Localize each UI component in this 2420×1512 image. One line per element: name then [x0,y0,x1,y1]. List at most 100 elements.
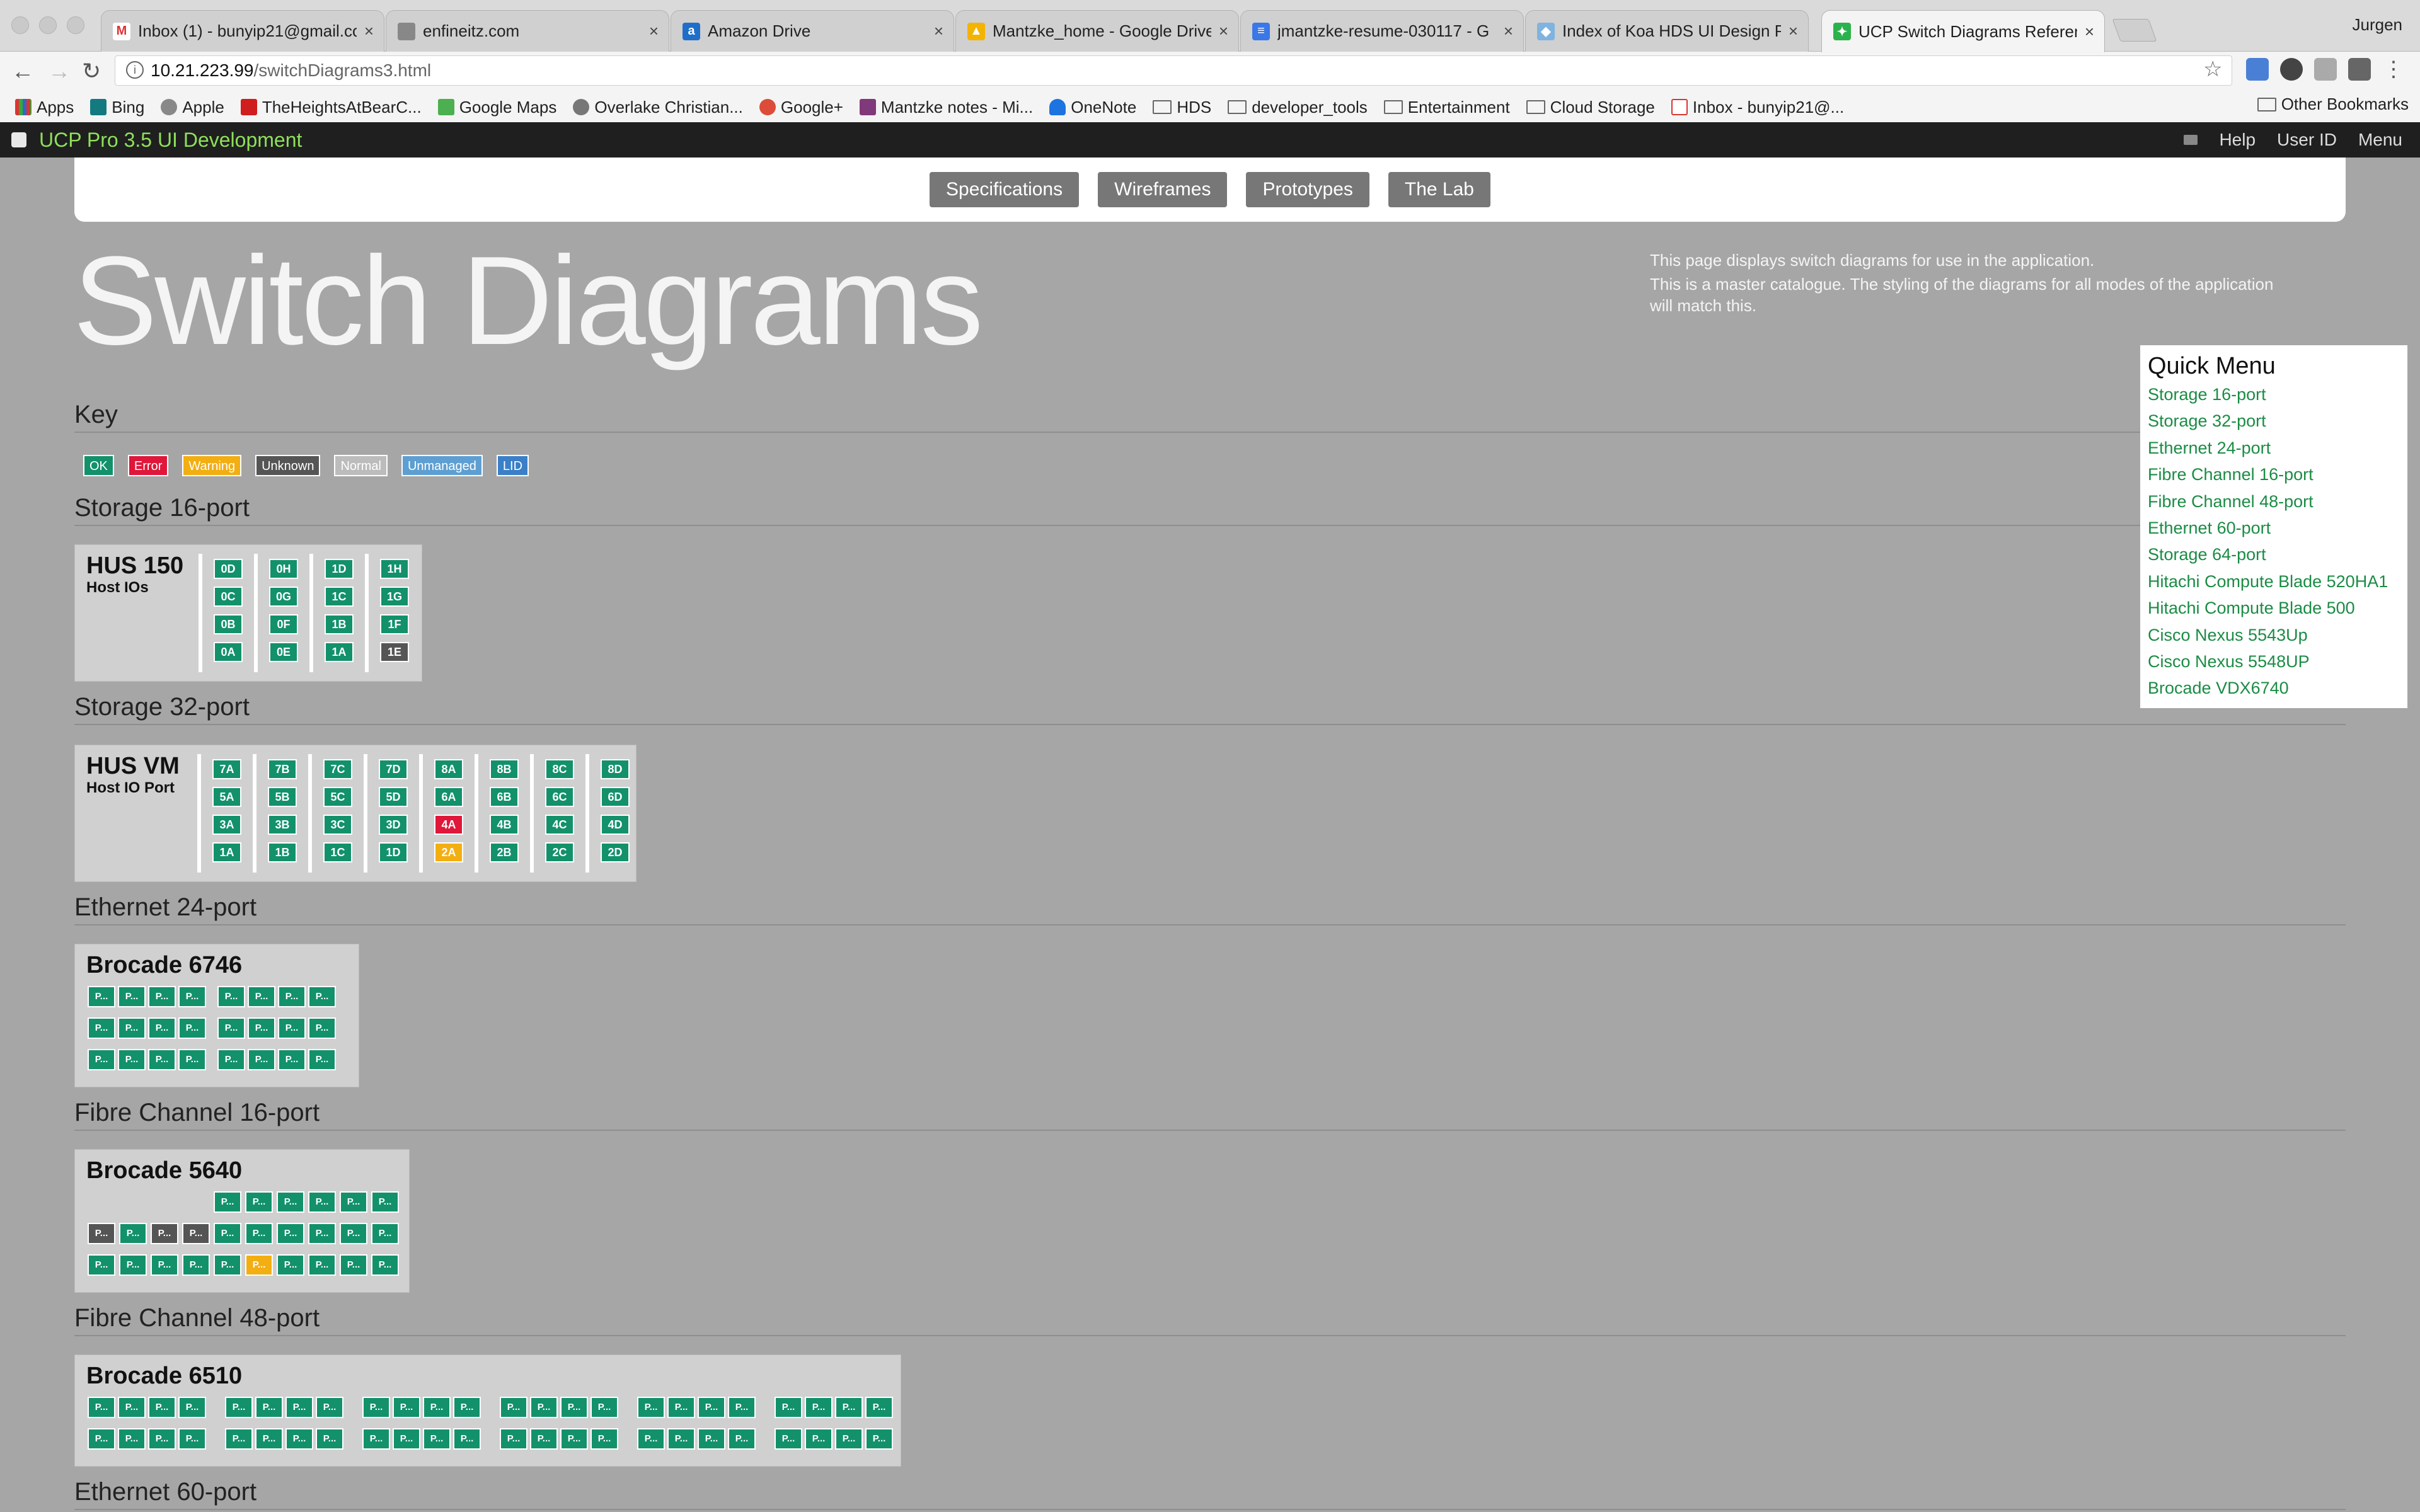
port-ok[interactable]: P... [340,1254,367,1276]
quick-menu-item[interactable]: Hitachi Compute Blade 520HA1 [2148,568,2407,595]
port-ok[interactable]: P... [285,1428,313,1450]
port-ok[interactable]: P... [308,986,336,1007]
port-ok[interactable]: 1C [323,842,352,862]
port-ok[interactable]: P... [148,1428,176,1450]
back-icon[interactable]: ← [11,58,34,84]
port-ok[interactable]: 7B [268,759,297,779]
port-ok[interactable]: 3D [379,815,408,835]
port-ok[interactable]: P... [530,1428,558,1450]
port-ok[interactable]: P... [835,1428,863,1450]
port-ok[interactable]: P... [118,1017,146,1039]
port-ok[interactable]: P... [178,1017,206,1039]
port-ok[interactable]: P... [278,1049,306,1070]
port-ok[interactable]: 3A [212,815,241,835]
port-ok[interactable]: P... [308,1223,336,1244]
port-ok[interactable]: P... [217,986,245,1007]
port-ok[interactable]: P... [371,1191,399,1213]
port-ok[interactable]: P... [591,1428,618,1450]
port-ok[interactable]: P... [245,1223,273,1244]
port-ok[interactable]: 5B [268,787,297,807]
port-ok[interactable]: 5A [212,787,241,807]
port-ok[interactable]: P... [119,1254,147,1276]
quick-menu-item[interactable]: Fibre Channel 48-port [2148,488,2407,515]
port-ok[interactable]: P... [805,1428,833,1450]
port-ok[interactable]: P... [453,1397,481,1418]
port-ok[interactable]: P... [178,1428,206,1450]
port-ok[interactable]: 2D [601,842,630,862]
port-ok[interactable]: 7D [379,759,408,779]
port-ok[interactable]: P... [560,1428,588,1450]
port-ok[interactable]: P... [362,1397,390,1418]
quick-menu-item[interactable]: Storage 32-port [2148,408,2407,434]
bookmark-folder[interactable]: developer_tools [1228,98,1368,117]
port-ok[interactable]: P... [591,1397,618,1418]
port-ok[interactable]: P... [248,1049,275,1070]
other-bookmarks[interactable]: Other Bookmarks [2257,94,2409,114]
window-close-button[interactable] [11,16,29,34]
port-ok[interactable]: P... [225,1397,253,1418]
port-ok[interactable]: P... [214,1191,241,1213]
extension-off-icon[interactable] [2348,58,2371,81]
port-ok[interactable]: P... [214,1223,241,1244]
port-ok[interactable]: 1A [212,842,241,862]
port-ok[interactable]: P... [308,1017,336,1039]
port-ok[interactable]: 0E [269,642,298,662]
port-ok[interactable]: P... [118,1397,146,1418]
port-ok[interactable]: 0B [214,614,243,634]
port-ok[interactable]: 5C [323,787,352,807]
port-error[interactable]: 4A [434,815,463,835]
bookmark-item[interactable]: Overlake Christian... [573,98,743,117]
port-ok[interactable]: P... [530,1397,558,1418]
port-ok[interactable]: 7C [323,759,352,779]
extension-icon[interactable] [2314,58,2337,81]
port-ok[interactable]: P... [308,1191,336,1213]
bookmark-item[interactable]: TheHeightsAtBearC... [240,98,422,117]
port-ok[interactable]: 6C [545,787,574,807]
port-ok[interactable]: 0G [269,587,298,607]
port-unknown[interactable]: P... [88,1223,115,1244]
extension-icon[interactable] [2246,58,2269,81]
port-ok[interactable]: P... [835,1397,863,1418]
bookmark-item[interactable]: OneNote [1049,98,1136,117]
close-icon[interactable]: × [1789,21,1798,41]
port-ok[interactable]: P... [667,1428,695,1450]
browser-tab[interactable]: a Amazon Drive × [671,10,954,52]
port-ok[interactable]: P... [698,1397,725,1418]
port-ok[interactable]: 6D [601,787,630,807]
port-unknown[interactable]: P... [182,1223,210,1244]
port-ok[interactable]: P... [118,986,146,1007]
port-ok[interactable]: P... [393,1428,420,1450]
port-ok[interactable]: 0F [269,614,298,634]
port-ok[interactable]: 1B [268,842,297,862]
port-ok[interactable]: P... [285,1397,313,1418]
settings-icon[interactable] [2280,58,2303,81]
quick-menu-item[interactable]: Cisco Nexus 5548UP [2148,648,2407,675]
port-ok[interactable]: 4D [601,815,630,835]
port-ok[interactable]: 2B [490,842,519,862]
port-ok[interactable]: 8A [434,759,463,779]
window-maximize-button[interactable] [67,16,84,34]
port-ok[interactable]: P... [278,986,306,1007]
close-icon[interactable]: × [1504,21,1513,41]
bookmark-star-icon[interactable]: ☆ [2203,57,2222,82]
help-link[interactable]: Help [2219,130,2256,150]
port-ok[interactable]: 0C [214,587,243,607]
port-ok[interactable]: P... [88,986,115,1007]
port-ok[interactable]: P... [182,1254,210,1276]
port-unknown[interactable]: P... [151,1223,178,1244]
port-ok[interactable]: P... [148,986,176,1007]
info-icon[interactable]: i [126,61,144,79]
bookmark-folder[interactable]: Cloud Storage [1526,98,1655,117]
quick-menu-item[interactable]: Storage 16-port [2148,381,2407,408]
new-tab-button[interactable] [2112,19,2157,42]
port-ok[interactable]: P... [248,986,275,1007]
port-ok[interactable]: P... [865,1428,893,1450]
port-ok[interactable]: P... [805,1397,833,1418]
port-ok[interactable]: 6B [490,787,519,807]
port-ok[interactable]: P... [118,1428,146,1450]
quick-menu-item[interactable]: Hitachi Compute Blade 500 [2148,595,2407,621]
port-ok[interactable]: P... [316,1397,343,1418]
quick-menu-item[interactable]: Ethernet 60-port [2148,515,2407,541]
port-ok[interactable]: 1F [380,614,409,634]
quick-menu-item[interactable]: Fibre Channel 16-port [2148,461,2407,488]
